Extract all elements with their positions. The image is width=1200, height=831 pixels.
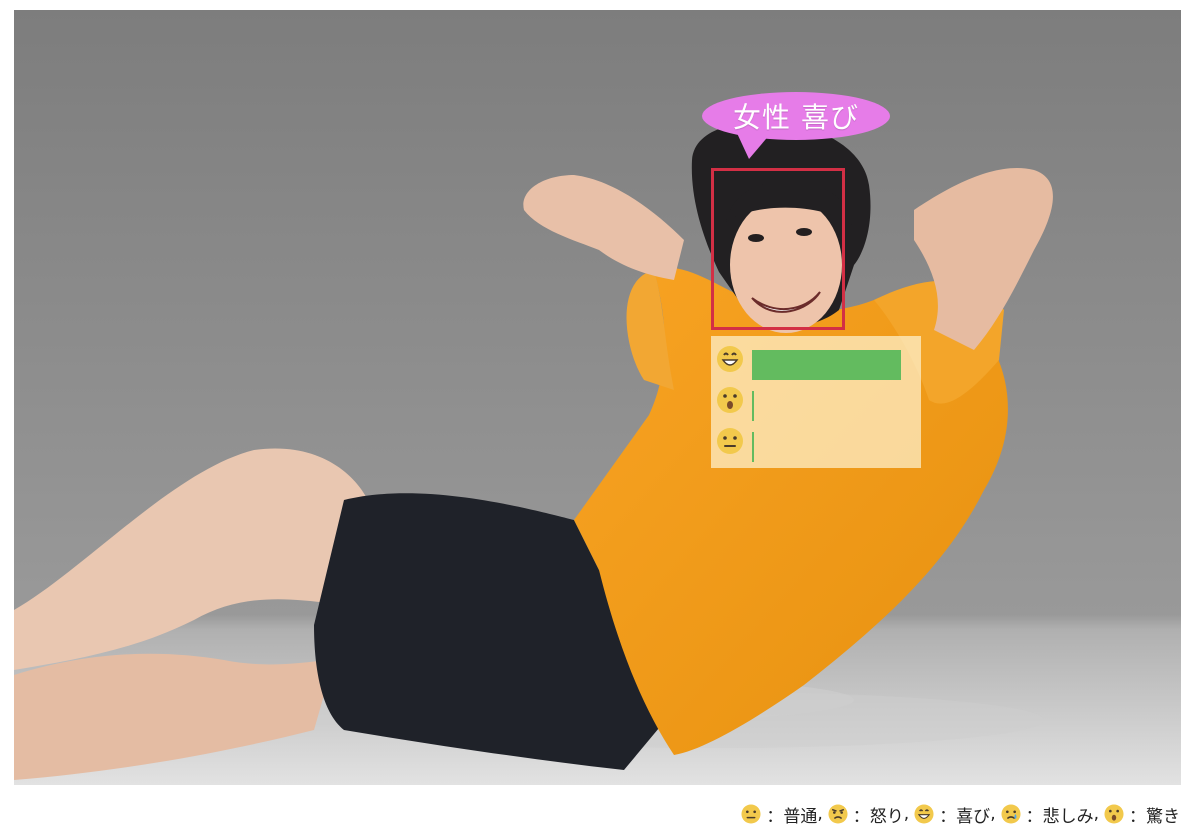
photo-canvas: 女性 喜び xyxy=(14,10,1181,785)
crying-face-icon xyxy=(1001,804,1021,824)
legend-label: ：怒り xyxy=(852,806,904,827)
emotion-row-surprise xyxy=(711,383,921,421)
legend-separator: , xyxy=(903,804,910,824)
surprised-face-icon xyxy=(717,387,743,413)
woman-exercise-photo xyxy=(14,10,1181,785)
face-detection-box xyxy=(711,168,845,330)
legend-separator: , xyxy=(817,804,823,824)
grinning-face-icon xyxy=(914,804,934,824)
legend-item-neutral: ：普通 xyxy=(740,802,817,827)
legend-separator: , xyxy=(990,804,996,824)
legend-separator: , xyxy=(1093,804,1099,824)
speech-bubble: 女性 喜び xyxy=(701,91,891,159)
emotion-bar-track xyxy=(752,350,901,380)
legend-label: ：悲しみ xyxy=(1025,806,1094,827)
legend-label: ：普通 xyxy=(766,806,818,827)
emotion-bar-track xyxy=(752,391,901,421)
legend-label: ：驚き xyxy=(1129,806,1180,827)
emotion-bar-fill xyxy=(752,432,754,462)
angry-face-icon xyxy=(828,804,848,824)
legend-label: ：喜び xyxy=(939,806,991,827)
speech-bubble-label: 女性 喜び xyxy=(733,101,859,134)
legend-item-surprise: ：驚き xyxy=(1103,802,1180,827)
neutral-face-icon xyxy=(741,804,761,824)
legend-item-joy: ：喜び xyxy=(913,802,990,827)
emotion-panel xyxy=(711,336,921,468)
emotion-legend: ：普通 , ：怒り , ：喜び , ：悲しみ , ：驚き xyxy=(740,799,1180,829)
legend-item-sad: ：悲しみ xyxy=(1000,802,1094,827)
emotion-row-neutral xyxy=(711,424,921,462)
emotion-bar-track xyxy=(752,432,901,462)
neutral-face-icon xyxy=(717,428,743,454)
emotion-bar-fill xyxy=(752,350,901,380)
emotion-row-joy xyxy=(711,342,921,380)
surprised-face-icon xyxy=(1104,804,1124,824)
grinning-face-icon xyxy=(717,346,743,372)
legend-item-angry: ：怒り xyxy=(827,802,904,827)
emotion-bar-fill xyxy=(752,391,754,421)
